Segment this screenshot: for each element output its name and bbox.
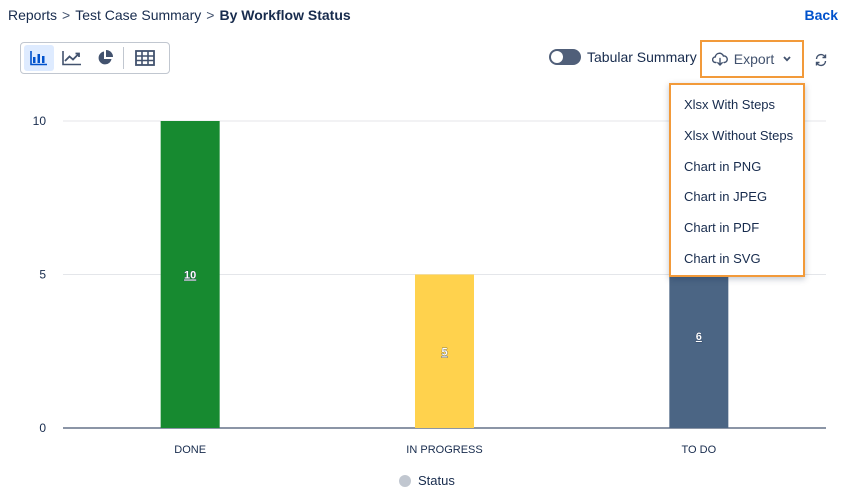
- x-category-label: DONE: [174, 444, 206, 456]
- y-tick-label: 0: [39, 421, 46, 435]
- chart-legend[interactable]: Status: [399, 473, 455, 488]
- bar-data-label: 10: [184, 270, 196, 282]
- export-dropdown-menu: Xlsx With Steps Xlsx Without Steps Chart…: [669, 83, 805, 277]
- x-category-label: IN PROGRESS: [406, 444, 482, 456]
- legend-label: Status: [418, 473, 455, 488]
- export-chart-pdf[interactable]: Chart in PDF: [671, 213, 803, 244]
- export-chart-svg[interactable]: Chart in SVG: [671, 244, 803, 275]
- export-xlsx-without-steps[interactable]: Xlsx Without Steps: [671, 121, 803, 152]
- export-chart-jpeg[interactable]: Chart in JPEG: [671, 182, 803, 213]
- export-chart-png[interactable]: Chart in PNG: [671, 152, 803, 183]
- y-tick-label: 5: [39, 268, 46, 282]
- legend-marker: [399, 474, 411, 487]
- bar-data-label: 6: [696, 331, 702, 343]
- export-xlsx-with-steps[interactable]: Xlsx With Steps: [671, 90, 803, 121]
- y-tick-label: 10: [33, 114, 47, 128]
- x-category-label: TO DO: [682, 444, 717, 456]
- bar-data-label: 5: [441, 346, 447, 358]
